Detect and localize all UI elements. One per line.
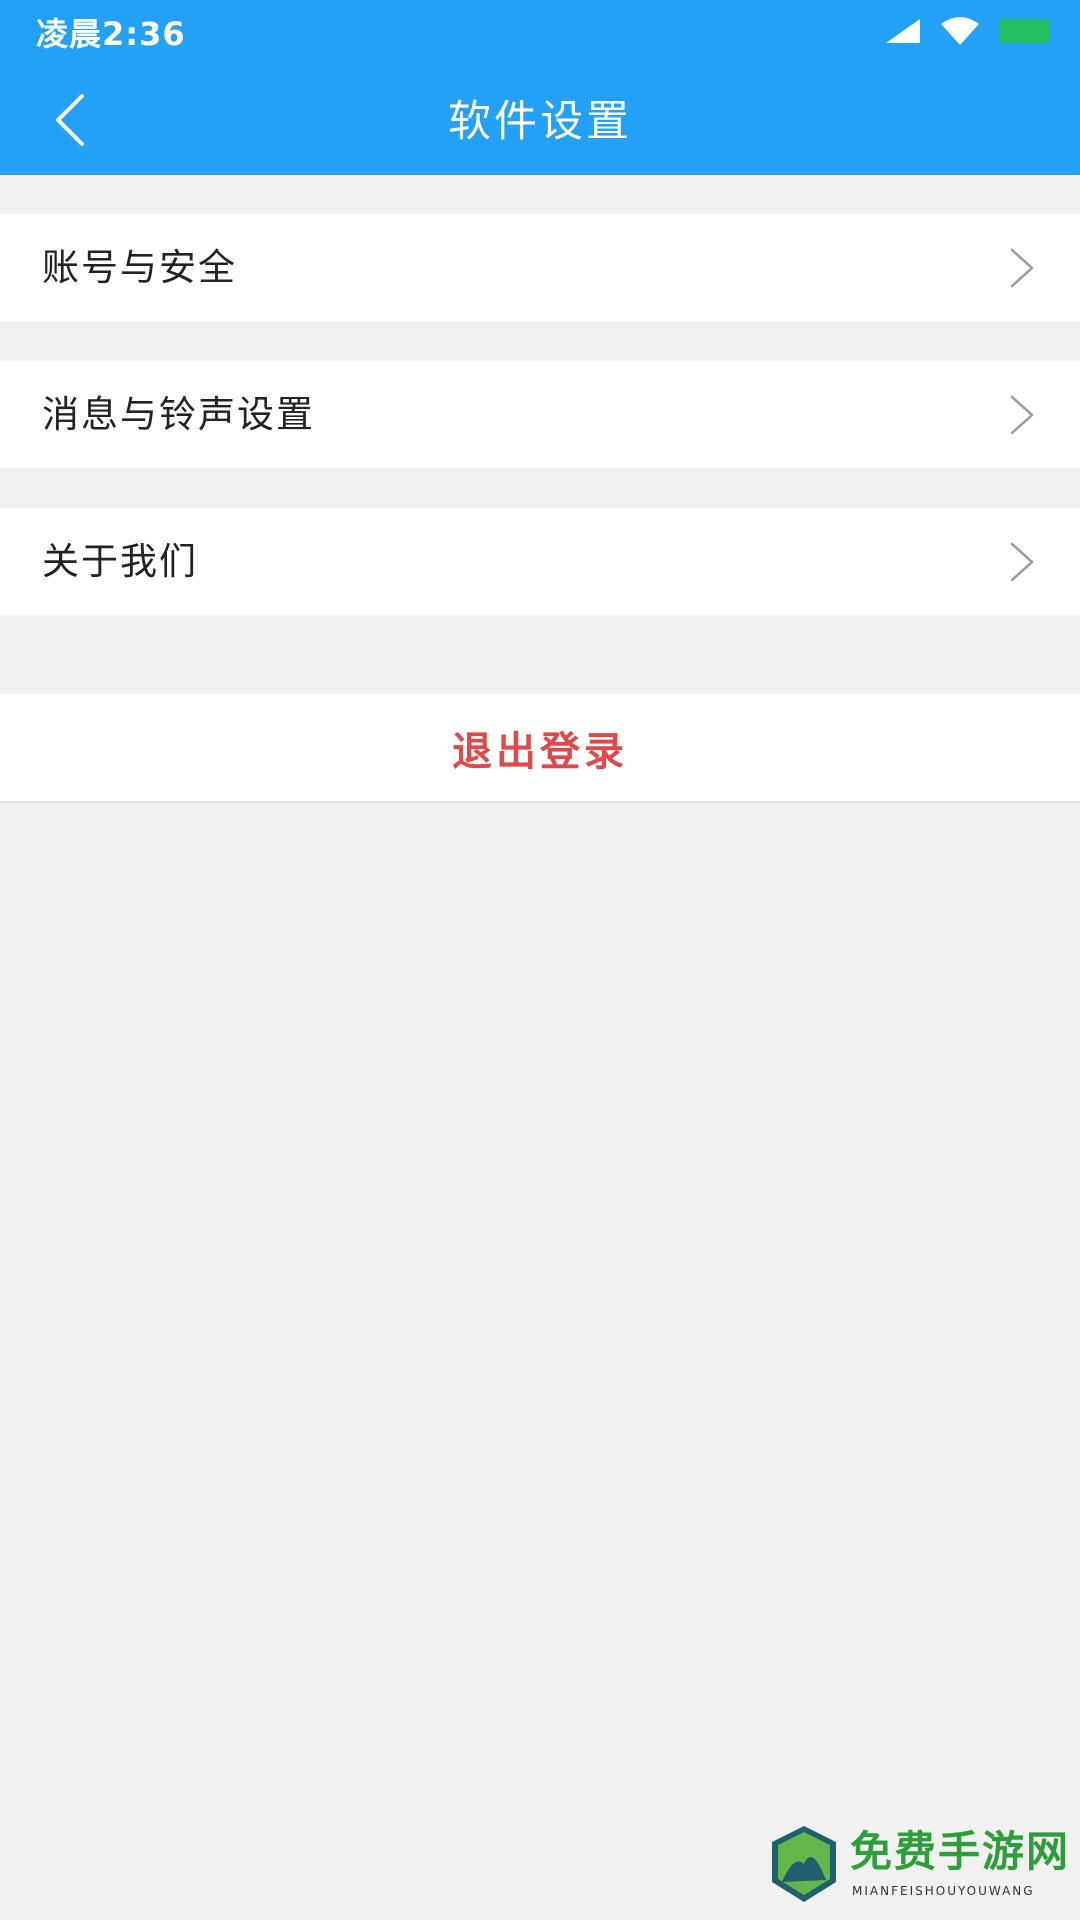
logout-button[interactable]: 退出登录 xyxy=(0,694,1080,801)
wifi-icon xyxy=(940,16,980,50)
status-icons xyxy=(884,16,1050,50)
chevron-right-icon xyxy=(1008,395,1036,435)
chevron-right-icon xyxy=(1008,542,1036,582)
app-header: 凌晨2:36 软件设置 xyxy=(0,0,1080,175)
chevron-right-icon xyxy=(1008,248,1036,288)
watermark-subtitle: MIANFEISHOUYOUWANG xyxy=(852,1884,1035,1898)
battery-icon xyxy=(998,18,1050,48)
page-title: 软件设置 xyxy=(448,97,632,147)
menu-item-label: 关于我们 xyxy=(42,539,198,583)
logout-label: 退出登录 xyxy=(452,728,628,775)
watermark-title: 免费手游网 xyxy=(850,1827,1071,1876)
menu-item-message-ringtone[interactable]: 消息与铃声设置 xyxy=(0,361,1080,468)
menu-item-account-security[interactable]: 账号与安全 xyxy=(0,214,1080,321)
cellular-signal-icon xyxy=(884,17,922,49)
watermark: 免费手游网 MIANFEISHOUYOUWANG xyxy=(768,1814,1068,1914)
menu-item-label: 账号与安全 xyxy=(42,245,237,289)
status-time: 凌晨2:36 xyxy=(36,15,186,53)
watermark-logo-icon xyxy=(768,1824,840,1904)
menu-item-about-us[interactable]: 关于我们 xyxy=(0,508,1080,615)
menu-item-label: 消息与铃声设置 xyxy=(42,392,315,436)
